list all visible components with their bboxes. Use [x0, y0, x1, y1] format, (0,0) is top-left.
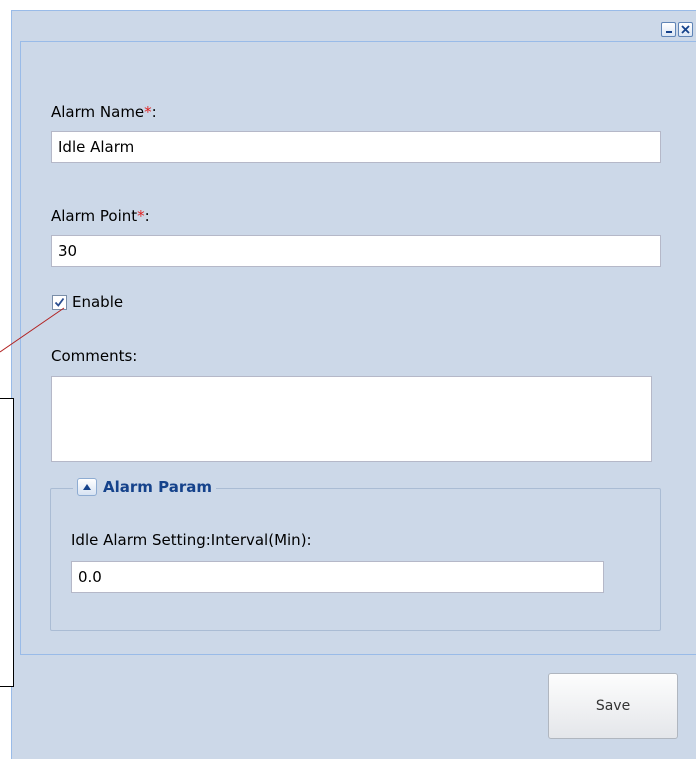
alarm-param-legend: Alarm Param [73, 478, 216, 496]
comments-textarea[interactable] [51, 376, 652, 462]
alarm-param-fieldset: Alarm Param Idle Alarm Setting:Interval(… [50, 478, 661, 631]
enable-label: Enable [72, 293, 124, 311]
collapse-toggle-icon[interactable] [77, 478, 97, 496]
alarm-name-required-mark: * [144, 103, 152, 121]
close-icon[interactable] [678, 22, 693, 37]
annotation-callout-line [0, 307, 65, 353]
save-button[interactable]: Save [548, 673, 678, 739]
alarm-param-title: Alarm Param [103, 478, 212, 496]
alarm-name-input[interactable]: Idle Alarm [51, 131, 661, 163]
interval-label: Idle Alarm Setting:Interval(Min): [71, 531, 312, 549]
minimize-icon[interactable] [661, 22, 676, 37]
alarm-point-input[interactable]: 30 [51, 235, 661, 267]
alarm-point-required-mark: * [137, 207, 145, 225]
interval-input[interactable]: 0.0 [71, 561, 604, 593]
annotation-callout-box [0, 398, 14, 687]
form-panel: Alarm Name*: Idle Alarm Alarm Point*: 30… [20, 41, 696, 655]
alarm-window: Alarm Name*: Idle Alarm Alarm Point*: 30… [11, 10, 696, 759]
window-tools [661, 22, 693, 37]
